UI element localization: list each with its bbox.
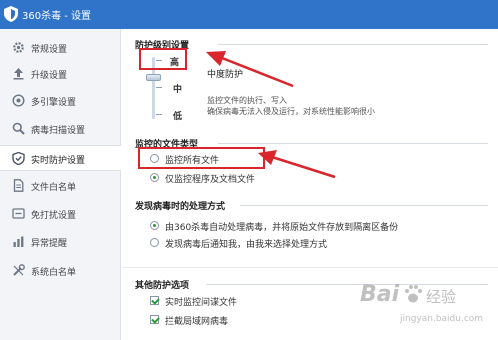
watermark-brand: Bai (360, 282, 400, 307)
sidebar-item-label: 免打扰设置 (31, 211, 77, 221)
shield-icon (12, 152, 25, 165)
radio-button[interactable] (150, 238, 159, 247)
divider (218, 143, 488, 144)
do-not-disturb-icon (12, 208, 25, 219)
watermark-url: jingyan.baidu.com (400, 314, 484, 324)
divider (240, 205, 488, 206)
sidebar-item-label: 文件白名单 (31, 183, 77, 193)
gear-icon (13, 42, 24, 53)
chart-icon (13, 236, 24, 247)
sidebar-item-virus-scan[interactable]: 病毒扫描设置 (0, 116, 121, 142)
sidebar-item-system-whitelist[interactable]: 系统白名单 (0, 258, 121, 284)
sidebar-item-do-not-disturb[interactable]: 免打扰设置 (0, 201, 121, 227)
title-bar: 360杀毒 - 设置 (0, 0, 498, 29)
option-label: 由360杀毒自动处理病毒，并将原始文件存放到隔离区备份 (165, 223, 399, 233)
annotation-box-high-level (139, 48, 187, 70)
level-low-label[interactable]: 低 (173, 109, 182, 122)
selected-level-name: 中度防护 (207, 70, 244, 80)
sidebar-item-label: 升级设置 (31, 71, 68, 81)
level-medium-label[interactable]: 中 (173, 82, 182, 95)
level-description-line: 监控文件的执行、写入 (207, 96, 287, 105)
upload-icon (13, 68, 24, 80)
virus-handling-title: 发现病毒时的处理方式 (135, 202, 226, 212)
sidebar-item-anomaly-alert[interactable]: 异常提醒 (0, 229, 121, 255)
sidebar-item-label: 多引擎设置 (31, 98, 77, 108)
sidebar-item-realtime-protection[interactable]: 实时防护设置 (0, 145, 121, 171)
protection-level-slider-handle[interactable] (146, 74, 161, 81)
radio-button[interactable] (150, 221, 159, 230)
tools-icon (13, 264, 25, 276)
annotation-box-monitor-all (138, 147, 265, 169)
engine-icon (12, 94, 25, 107)
checkbox[interactable] (150, 296, 159, 305)
radio-button[interactable] (150, 173, 159, 182)
sidebar-item-multi-engine[interactable]: 多引擎设置 (0, 88, 121, 114)
checkbox[interactable] (150, 315, 159, 324)
sidebar-item-update[interactable]: 升级设置 (0, 61, 121, 87)
sidebar-item-file-whitelist[interactable]: 文件白名单 (0, 173, 121, 199)
divider (218, 44, 488, 45)
slider-tick (156, 114, 162, 115)
watermark-tail: 经验 (426, 288, 457, 306)
divider (122, 267, 498, 268)
other-options-title: 其他防护选项 (135, 281, 190, 291)
sidebar-item-label: 异常提醒 (31, 239, 68, 249)
sidebar-item-general[interactable]: 常规设置 (0, 35, 121, 61)
slider-tick (156, 87, 162, 88)
sidebar-item-label: 病毒扫描设置 (31, 126, 86, 136)
search-icon (12, 122, 25, 135)
settings-sidebar: 常规设置 升级设置 多引擎设置 病毒扫描设置 实时防护设置 文件白名单 免打扰设… (0, 29, 121, 340)
window-title: 360杀毒 - 设置 (22, 11, 92, 22)
option-label: 发现病毒后通知我，由我来选择处理方式 (165, 240, 328, 250)
sidebar-item-label: 系统白名单 (31, 268, 77, 278)
option-label: 仅监控程序及文档文件 (165, 175, 256, 185)
option-label: 拦截局域网病毒 (165, 317, 229, 327)
option-label: 实时监控间谍文件 (165, 298, 238, 308)
level-description-line: 确保病毒无法入侵及运行，对系统性能影响很小 (207, 107, 375, 116)
level-description: 监控文件的执行、写入 确保病毒无法入侵及运行，对系统性能影响很小 (207, 95, 375, 117)
sidebar-item-label: 实时防护设置 (31, 156, 86, 166)
shield-logo-icon (4, 6, 18, 22)
file-icon (13, 179, 24, 192)
sidebar-item-label: 常规设置 (31, 45, 68, 55)
baidu-watermark: Bai 经验 jingyan.baidu.com (360, 282, 495, 338)
paw-logo-icon (405, 285, 422, 303)
